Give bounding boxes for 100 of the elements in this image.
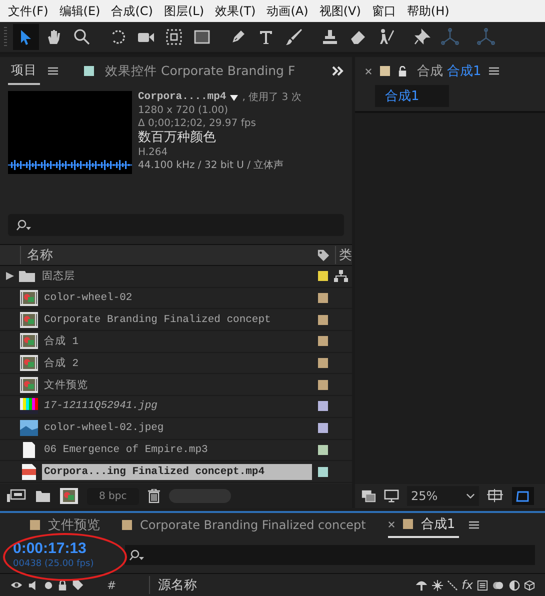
- label-swatch[interactable]: [318, 380, 328, 390]
- item-name[interactable]: 合成 1: [42, 332, 312, 350]
- timeline-tab[interactable]: 合成1: [388, 512, 460, 538]
- folder-icon[interactable]: [35, 489, 51, 503]
- axis-icon: [477, 28, 495, 46]
- label-swatch[interactable]: [318, 466, 328, 477]
- motion-blur-icon[interactable]: [492, 580, 505, 590]
- landscape-icon: [20, 420, 38, 436]
- close-icon[interactable]: [365, 68, 372, 74]
- item-name[interactable]: 固态层: [40, 267, 312, 286]
- adjustment-icon[interactable]: [509, 580, 520, 590]
- zoom-dropdown[interactable]: 25%: [407, 486, 479, 506]
- composition-icon: [20, 312, 38, 328]
- usage-count: , 使用了 3 次: [242, 91, 302, 104]
- menu-icon[interactable]: [469, 521, 480, 529]
- panel-tab[interactable]: 项目: [8, 58, 40, 84]
- menu-item[interactable]: 动画(A): [262, 2, 314, 20]
- mask-toggle-button[interactable]: [512, 487, 534, 505]
- color-depth: 数百万种颜色: [138, 130, 217, 146]
- composition-chip[interactable]: 合成1: [375, 85, 450, 107]
- dropdown-icon[interactable]: [230, 94, 238, 100]
- text-icon: [257, 28, 275, 46]
- label-swatch: [380, 66, 390, 76]
- composition-icon: [20, 290, 38, 306]
- eye-icon[interactable]: [10, 580, 23, 590]
- arrow-tool-button[interactable]: [13, 24, 39, 50]
- eraser-icon: [349, 28, 367, 46]
- label-swatch[interactable]: [318, 358, 328, 368]
- stamp-icon: [321, 28, 339, 46]
- column-header[interactable]: 源名称: [149, 576, 198, 594]
- bit-depth-button[interactable]: 8 bpc: [87, 488, 139, 504]
- search-field[interactable]: [125, 545, 535, 565]
- menu-item[interactable]: 图层(L): [158, 2, 210, 20]
- label-swatch[interactable]: [318, 401, 328, 412]
- hand-icon: [45, 28, 63, 46]
- label-swatch[interactable]: [318, 271, 328, 282]
- interpret-footage-icon[interactable]: [6, 489, 26, 503]
- lock-icon[interactable]: [58, 580, 67, 590]
- fx-column-header: fx: [462, 578, 473, 592]
- search-icon: [129, 549, 145, 561]
- solo-dot-icon[interactable]: [44, 580, 53, 590]
- tab-label[interactable]: Corporate Branding Finalized concept: [140, 518, 366, 532]
- label-swatch[interactable]: [318, 314, 328, 325]
- item-name[interactable]: color-wheel-02: [42, 290, 312, 306]
- diagonal-icon[interactable]: [446, 580, 458, 590]
- panel-tab[interactable]: 效果控件 Corporate Branding F: [102, 58, 298, 84]
- frame-count: 00438 (25.00 fps): [13, 558, 95, 570]
- expand-arrow-icon[interactable]: [6, 272, 14, 280]
- trash-icon[interactable]: [148, 489, 160, 503]
- composition-icon: [20, 333, 38, 350]
- sun-icon[interactable]: [432, 580, 443, 590]
- chevron-double-icon[interactable]: [332, 66, 344, 76]
- timeline-tab[interactable]: 文件预览: [30, 513, 100, 537]
- menu-item[interactable]: 效果(T): [210, 2, 262, 20]
- menu-item[interactable]: 帮助(H): [402, 2, 456, 20]
- timeline-tab[interactable]: Corporate Branding Finalized concept: [122, 513, 366, 537]
- label-swatch[interactable]: [318, 423, 328, 434]
- item-name[interactable]: Corpora...ing Finalized concept.mp4: [42, 464, 312, 480]
- timecode[interactable]: 0:00:17:13: [13, 540, 125, 558]
- item-name[interactable]: Corporate Branding Finalized concept: [42, 312, 312, 328]
- mask-icon: [514, 489, 531, 503]
- item-name[interactable]: 06 Emergence of Empire.mp3: [42, 442, 312, 458]
- tab-label[interactable]: 合成1: [420, 515, 456, 533]
- composition-name[interactable]: 合成1: [447, 62, 482, 80]
- label-swatch[interactable]: [318, 336, 328, 346]
- tab-label[interactable]: 合成: [417, 62, 443, 80]
- file-name: Corpora....mp4: [138, 91, 226, 104]
- menu-item[interactable]: 视图(V): [314, 2, 367, 20]
- label-swatch[interactable]: [318, 293, 328, 304]
- color-bars-icon: [20, 398, 38, 414]
- cube-icon[interactable]: [524, 580, 535, 590]
- monitor-icon[interactable]: [384, 489, 399, 503]
- tag-icon: [72, 579, 84, 591]
- item-name[interactable]: 合成 2: [42, 354, 312, 372]
- snapshot-icon[interactable]: [361, 489, 376, 503]
- item-name[interactable]: color-wheel-02.jpeg: [42, 420, 312, 436]
- brush-icon: [285, 28, 303, 46]
- document-icon: [20, 442, 38, 458]
- search-field[interactable]: [8, 214, 344, 236]
- label-swatch[interactable]: [318, 444, 328, 455]
- lock-icon[interactable]: [398, 66, 407, 76]
- menu-item[interactable]: 合成(C): [106, 2, 159, 20]
- shy-icon[interactable]: [414, 579, 428, 591]
- tab-label[interactable]: 文件预览: [48, 516, 100, 534]
- column-header[interactable]: 类: [335, 246, 352, 264]
- video-file-icon: [20, 464, 38, 480]
- menu-icon[interactable]: [489, 67, 500, 75]
- region-icon[interactable]: [486, 488, 504, 504]
- close-icon[interactable]: [388, 520, 395, 528]
- menu-item[interactable]: 窗口: [366, 2, 402, 20]
- menu-icon[interactable]: [48, 67, 58, 75]
- item-name[interactable]: 文件预览: [42, 376, 312, 394]
- frame-blend-icon[interactable]: [477, 580, 488, 590]
- hierarchy-icon: [334, 270, 348, 282]
- column-header[interactable]: 名称: [20, 246, 313, 264]
- item-name[interactable]: 17-12111Q52941.jpg: [42, 398, 312, 414]
- search-icon: [16, 219, 32, 231]
- menu-item[interactable]: 文件(F): [3, 2, 54, 20]
- composition-icon[interactable]: [60, 488, 78, 504]
- menu-item[interactable]: 编辑(E): [54, 2, 106, 20]
